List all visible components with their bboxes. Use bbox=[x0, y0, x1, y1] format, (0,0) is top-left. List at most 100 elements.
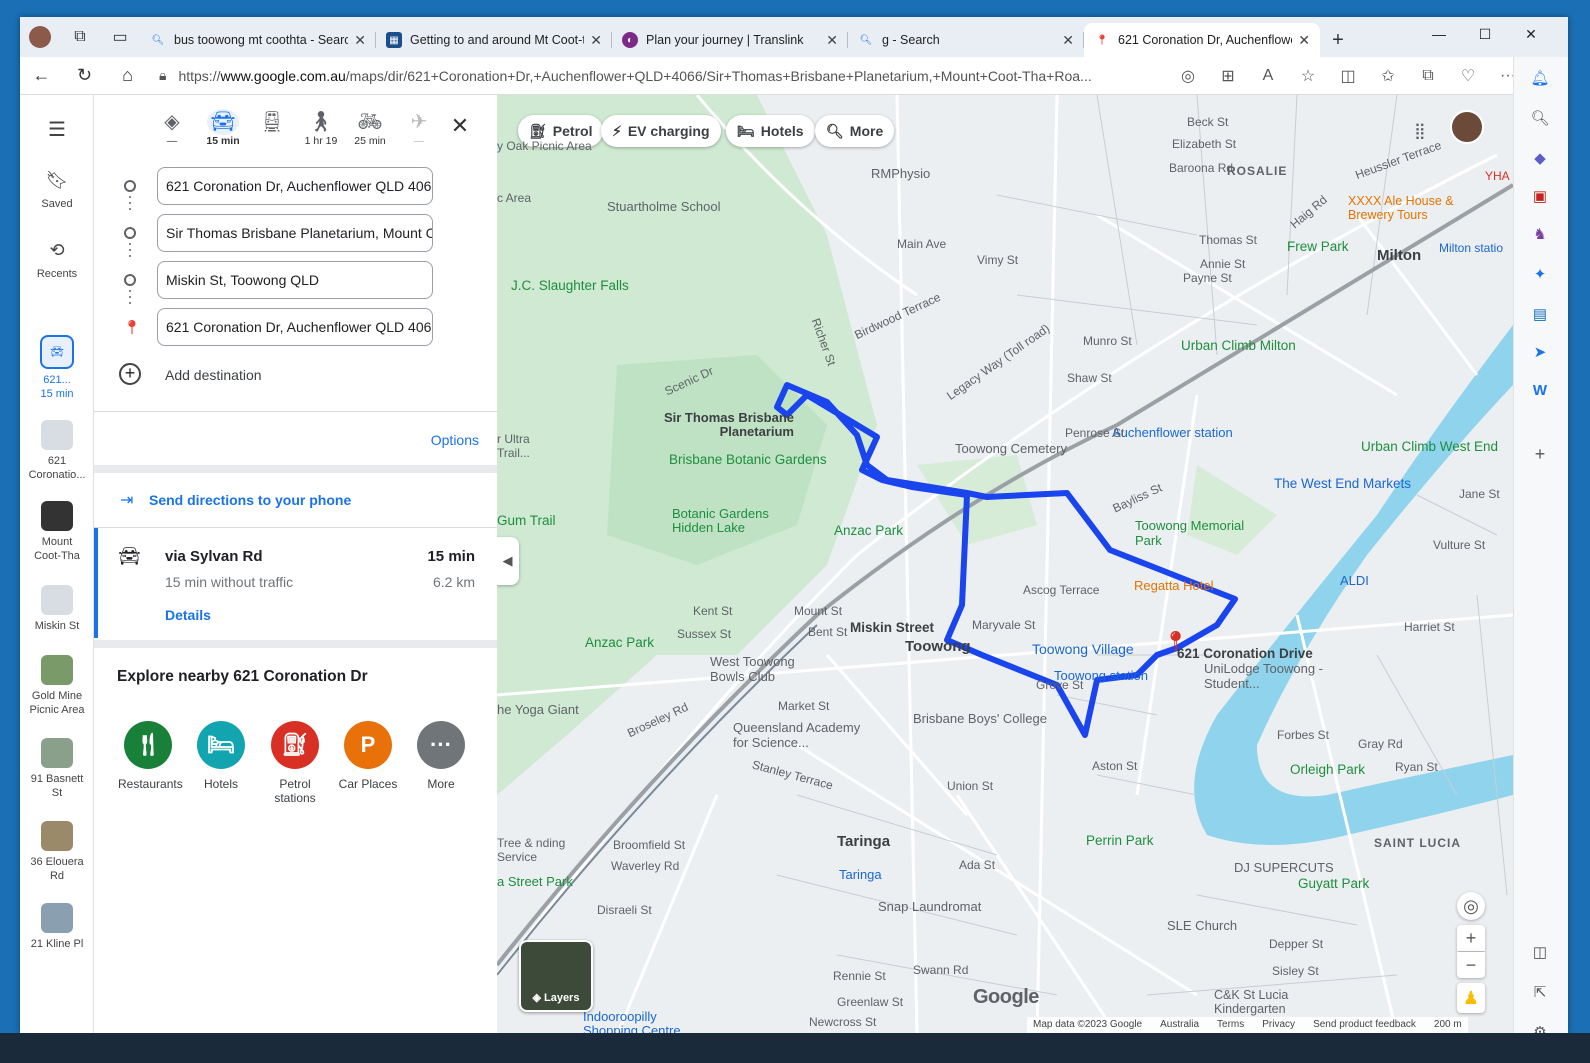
more-button[interactable]: ··· More bbox=[411, 721, 471, 791]
collapse-panel-button[interactable]: ◀ bbox=[497, 537, 519, 585]
recent-item-4[interactable]: Gold Mine Picnic Area bbox=[20, 655, 94, 717]
external-link-icon[interactable]: ⇱ bbox=[1529, 981, 1551, 1003]
ultra-trail-label[interactable]: r Ultra Trail... bbox=[497, 432, 545, 460]
more-chip[interactable]: 🔍︎ More bbox=[815, 115, 895, 147]
zoom-out-button[interactable]: − bbox=[1457, 952, 1485, 978]
tab-0[interactable]: 🔍︎ bus toowong mt coothta - Searc ✕ bbox=[140, 23, 376, 57]
pegman-icon[interactable]: ♟ bbox=[1457, 983, 1485, 1013]
home-button[interactable]: ⌂ bbox=[106, 57, 149, 95]
map-canvas[interactable]: ⛽︎ Petrol ⚡︎ EV charging 🛏︎ Hotels 🔍︎ More ⣿… bbox=[497, 95, 1513, 1033]
snap-laundromat-label[interactable]: Snap Laundromat bbox=[878, 899, 981, 914]
profile-avatar[interactable] bbox=[20, 17, 60, 57]
close-icon[interactable]: ✕ bbox=[826, 32, 838, 49]
recent-item-2[interactable]: Mount Coot-Tha bbox=[20, 501, 94, 563]
botanic-gardens-label[interactable]: Brisbane Botanic Gardens bbox=[669, 452, 827, 467]
workspaces-icon[interactable]: ⧉ bbox=[60, 17, 100, 57]
recent-item-1[interactable]: 621 Coronatio... bbox=[20, 420, 94, 482]
close-icon[interactable]: ✕ bbox=[354, 32, 366, 49]
zoom-in-button[interactable]: + bbox=[1457, 925, 1485, 951]
collections-icon[interactable]: ⧉ bbox=[1408, 67, 1448, 85]
sidebar-toggle-icon[interactable]: ◫ bbox=[1529, 941, 1551, 963]
favorites-icon[interactable]: ✩ bbox=[1368, 66, 1408, 86]
picnic-area-label[interactable]: y Oak Picnic Area bbox=[497, 139, 592, 153]
tree-service-label[interactable]: Tree & nding Service bbox=[497, 836, 567, 864]
destination-input[interactable]: 621 Coronation Dr, Auchenflower QLD 4066 bbox=[157, 308, 433, 346]
tab-actions-icon[interactable]: ▭ bbox=[100, 17, 140, 57]
feedback-link[interactable]: Send product feedback bbox=[1313, 1019, 1416, 1031]
hotels-button[interactable]: 🛏︎ Hotels bbox=[191, 721, 251, 791]
apps-icon[interactable]: ⊞ bbox=[1208, 66, 1248, 86]
favorite-star-icon[interactable]: ☆ bbox=[1288, 66, 1328, 86]
recent-item-5[interactable]: 91 Basnett St bbox=[20, 738, 94, 800]
start-input[interactable]: 621 Coronation Dr, Auchenflower QLD 4066 bbox=[157, 167, 433, 205]
miskin-street-label[interactable]: Miskin Street bbox=[850, 620, 934, 635]
recents-button[interactable]: ⟲ Recents bbox=[20, 241, 94, 281]
apps-grid-icon[interactable]: ⣿ bbox=[1414, 121, 1426, 141]
mode-cycling[interactable]: 🚲︎ 25 min bbox=[350, 109, 390, 147]
bell-icon[interactable]: 🔔︎ bbox=[1529, 67, 1551, 89]
bowls-club-label[interactable]: West Toowong Bowls Club bbox=[710, 654, 820, 684]
bbc-label[interactable]: Brisbane Boys' College bbox=[913, 711, 1047, 726]
details-link[interactable]: Details bbox=[165, 607, 211, 623]
gum-trail-label[interactable]: Gum Trail bbox=[497, 513, 556, 528]
recent-item-0[interactable]: 🚘︎ 621... 15 min bbox=[20, 335, 94, 401]
coronation-drive-label[interactable]: 621 Coronation Drive bbox=[1177, 646, 1313, 661]
search-icon[interactable]: 🔍︎ bbox=[1529, 107, 1551, 129]
west-end-markets-label[interactable]: The West End Markets bbox=[1274, 476, 1411, 491]
taringa-station-label[interactable]: Taringa bbox=[839, 867, 882, 882]
performance-icon[interactable]: ♡ bbox=[1448, 66, 1488, 86]
toowong-village-label[interactable]: Toowong Village bbox=[1032, 641, 1134, 657]
outlook-icon[interactable]: ▤ bbox=[1529, 303, 1551, 325]
briefcase-icon[interactable]: ▣ bbox=[1529, 185, 1551, 207]
stop-input-1[interactable]: Sir Thomas Brisbane Planetarium, Mount C… bbox=[157, 214, 433, 252]
yha-label[interactable]: YHA bbox=[1485, 169, 1510, 183]
restaurants-button[interactable]: 🍴︎ Restaurants bbox=[118, 721, 183, 791]
saved-button[interactable]: 🔖︎ Saved bbox=[20, 171, 94, 211]
privacy-link[interactable]: Privacy bbox=[1262, 1019, 1295, 1031]
hotels-chip[interactable]: 🛏︎ Hotels bbox=[726, 115, 815, 147]
tab-2[interactable]: ◐ Plan your journey | Translink ✕ bbox=[612, 23, 848, 57]
mode-driving[interactable]: 🚘︎ 15 min bbox=[203, 109, 243, 147]
read-aloud-icon[interactable]: A bbox=[1248, 67, 1288, 85]
layers-button[interactable]: ◈ Layers bbox=[519, 940, 593, 1012]
copilot-app-icon[interactable]: ✦ bbox=[1529, 263, 1551, 285]
cemetery-label[interactable]: Toowong Cemetery bbox=[955, 441, 1067, 456]
close-icon[interactable]: ✕ bbox=[1298, 32, 1310, 49]
unilodge-label[interactable]: UniLodge Toowong - Student... bbox=[1204, 661, 1334, 691]
qld-academy-label[interactable]: Queensland Academy for Science... bbox=[733, 720, 863, 750]
send-icon[interactable]: ➤ bbox=[1529, 341, 1551, 363]
indooroopilly-label[interactable]: Indooroopilly Shopping Centre bbox=[583, 1010, 713, 1034]
hidden-lake-label[interactable]: Botanic Gardens Hidden Lake bbox=[672, 507, 782, 535]
memorial-park-label[interactable]: Toowong Memorial Park bbox=[1135, 518, 1255, 548]
url-field[interactable]: 🔒︎ https://www.google.com.au/maps/dir/62… bbox=[149, 61, 1162, 91]
country-link[interactable]: Australia bbox=[1160, 1019, 1199, 1031]
maximize-button[interactable]: ☐ bbox=[1462, 17, 1508, 51]
jc-slaughter-falls-label[interactable]: J.C. Slaughter Falls bbox=[511, 278, 629, 293]
recent-item-6[interactable]: 36 Elouera Rd bbox=[20, 821, 94, 883]
car-places-button[interactable]: P Car Places bbox=[338, 721, 398, 791]
split-screen-icon[interactable]: ◫ bbox=[1328, 66, 1368, 86]
planetarium-label[interactable]: Sir Thomas Brisbane Planetarium bbox=[644, 411, 794, 439]
aldi-label[interactable]: ALDI bbox=[1340, 573, 1369, 588]
mode-best[interactable]: ◈ — bbox=[152, 109, 192, 147]
tab-1[interactable]: ▦ Getting to and around Mt Coot-t ✕ bbox=[376, 23, 612, 57]
tag-icon[interactable]: ◆ bbox=[1529, 147, 1551, 169]
mode-transit[interactable]: 🚆︎ bbox=[252, 109, 292, 135]
games-icon[interactable]: ♞ bbox=[1529, 223, 1551, 245]
stop-input-2[interactable]: Miskin St, Toowong QLD bbox=[157, 261, 433, 299]
account-avatar[interactable] bbox=[1450, 110, 1484, 144]
recent-item-7[interactable]: 21 Kline Pl bbox=[20, 903, 94, 951]
auchenflower-station-label[interactable]: Auchenflower station bbox=[1112, 425, 1233, 440]
close-icon[interactable]: ✕ bbox=[1062, 32, 1074, 49]
minimize-button[interactable]: — bbox=[1416, 17, 1462, 51]
area-label[interactable]: c Area bbox=[497, 191, 531, 205]
urban-climb-milton-label[interactable]: Urban Climb Milton bbox=[1181, 338, 1296, 353]
add-destination-button[interactable]: Add destination bbox=[165, 367, 262, 383]
kindergarten-label[interactable]: C&K St Lucia Kindergarten bbox=[1214, 988, 1304, 1016]
my-location-button[interactable]: ◎ bbox=[1457, 892, 1485, 920]
close-window-button[interactable]: ✕ bbox=[1508, 17, 1554, 51]
urban-climb-west-end-label[interactable]: Urban Climb West End bbox=[1361, 439, 1498, 454]
yoga-giant-label[interactable]: he Yoga Giant bbox=[497, 702, 579, 717]
close-directions-button[interactable]: ✕ bbox=[440, 113, 480, 139]
scale-bar[interactable]: 200 m bbox=[1434, 1019, 1462, 1031]
